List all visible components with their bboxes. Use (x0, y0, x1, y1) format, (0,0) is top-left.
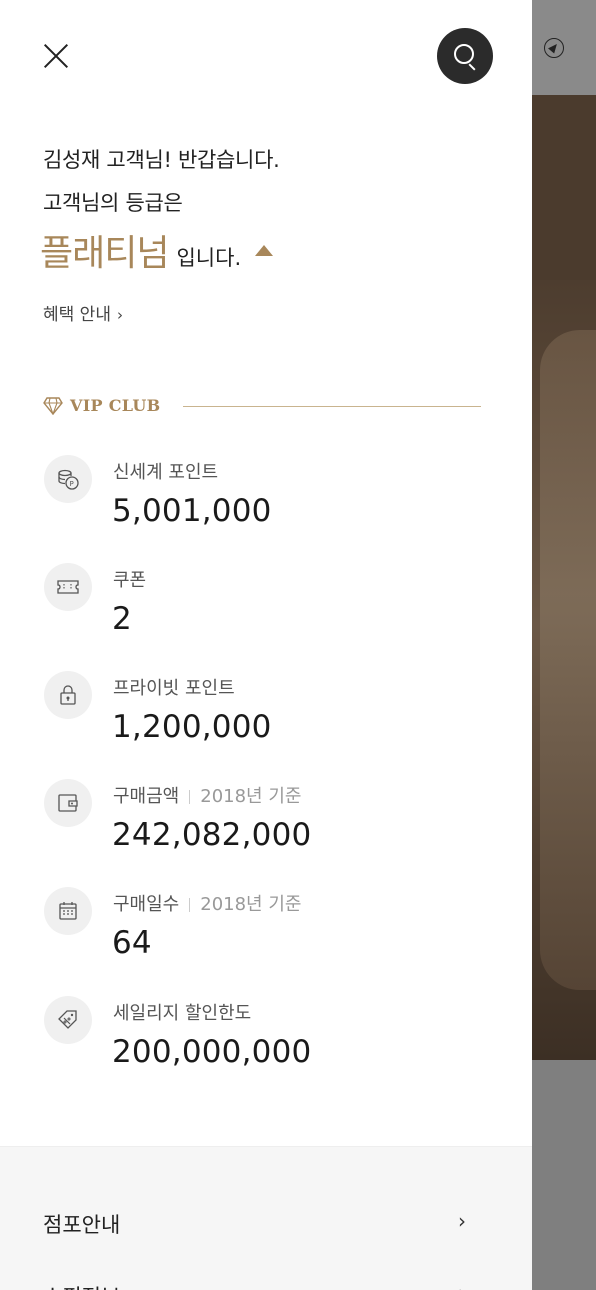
discount-tag-icon (44, 996, 92, 1044)
stat-value: 2 (112, 601, 132, 637)
background-hero-figure (540, 330, 596, 990)
grade-row: 플래티넘 입니다. (40, 224, 274, 276)
wallet-icon (44, 779, 92, 827)
caret-up-icon[interactable] (255, 244, 274, 256)
menu-item-label: 점포안내 (43, 1213, 121, 1237)
stat-label: 세일리지 할인한도 (113, 1003, 252, 1024)
stat-private-points[interactable]: 프라이빗 포인트 1,200,000 (44, 671, 484, 761)
chevron-right-icon: › (458, 1209, 466, 1233)
benefit-info-label: 혜택 안내 (43, 305, 111, 325)
calendar-icon (44, 887, 92, 935)
benefit-info-link[interactable]: 혜택 안내 › (43, 300, 123, 325)
vip-divider (183, 406, 481, 407)
stat-label: 구매일수 (113, 894, 180, 915)
vip-club-title: VIP CLUB (70, 396, 161, 415)
stat-label: 프라이빗 포인트 (113, 678, 235, 699)
grade-suffix: 입니다. (176, 246, 242, 270)
diamond-icon (43, 396, 63, 415)
navigation-icon[interactable] (544, 38, 564, 58)
menu-item-store-info[interactable]: 점포안내 › (0, 1187, 532, 1257)
search-button[interactable] (437, 28, 493, 84)
points-coins-icon: P (44, 455, 92, 503)
lock-icon (44, 671, 92, 719)
background-bottom (532, 1060, 596, 1290)
menu-item-shopping-info[interactable]: 쇼핑정보 › (0, 1259, 532, 1290)
ticket-icon (44, 563, 92, 611)
stat-coupon[interactable]: 쿠폰 2 (44, 563, 484, 653)
search-icon (454, 44, 474, 64)
stat-label-row: 구매금액 2018년 기준 (113, 782, 301, 808)
vip-club-header: VIP CLUB (43, 396, 161, 415)
greeting-line-1: 김성재 고객님! 반갑습니다. (43, 148, 280, 172)
side-drawer: 김성재 고객님! 반갑습니다. 고객님의 등급은 플래티넘 입니다. 혜택 안내… (0, 0, 532, 1290)
stat-label-row: 구매일수 2018년 기준 (113, 890, 301, 916)
stat-value: 5,001,000 (112, 493, 272, 529)
stat-label: 신세계 포인트 (113, 462, 219, 483)
stat-sublabel: 2018년 기준 (200, 786, 302, 807)
label-separator (189, 898, 191, 912)
stat-value: 200,000,000 (112, 1034, 312, 1070)
stat-label: 쿠폰 (113, 570, 147, 591)
stat-value: 242,082,000 (112, 817, 312, 853)
stat-value: 1,200,000 (112, 709, 272, 745)
stat-sublabel: 2018년 기준 (200, 894, 302, 915)
label-separator (189, 790, 191, 804)
drawer-menu: 점포안내 › 쇼핑정보 › (0, 1146, 532, 1290)
stat-sailage-limit[interactable]: 세일리지 할인한도 200,000,000 (44, 996, 484, 1086)
svg-text:P: P (70, 480, 74, 488)
greeting-line-2: 고객님의 등급은 (43, 191, 183, 215)
stat-purchase-days[interactable]: 구매일수 2018년 기준 64 (44, 887, 484, 977)
stat-shinsegae-points[interactable]: P 신세계 포인트 5,001,000 (44, 455, 484, 545)
chevron-right-icon: › (458, 1281, 466, 1290)
menu-item-label: 쇼핑정보 (43, 1281, 120, 1290)
grade-name: 플래티넘 (40, 233, 169, 274)
background-header (532, 0, 596, 95)
stat-purchase-amount[interactable]: 구매금액 2018년 기준 242,082,000 (44, 779, 484, 869)
stat-value: 64 (112, 925, 152, 961)
chevron-right-icon: › (116, 306, 123, 324)
close-icon[interactable] (40, 40, 72, 72)
stat-label: 구매금액 (113, 786, 180, 807)
